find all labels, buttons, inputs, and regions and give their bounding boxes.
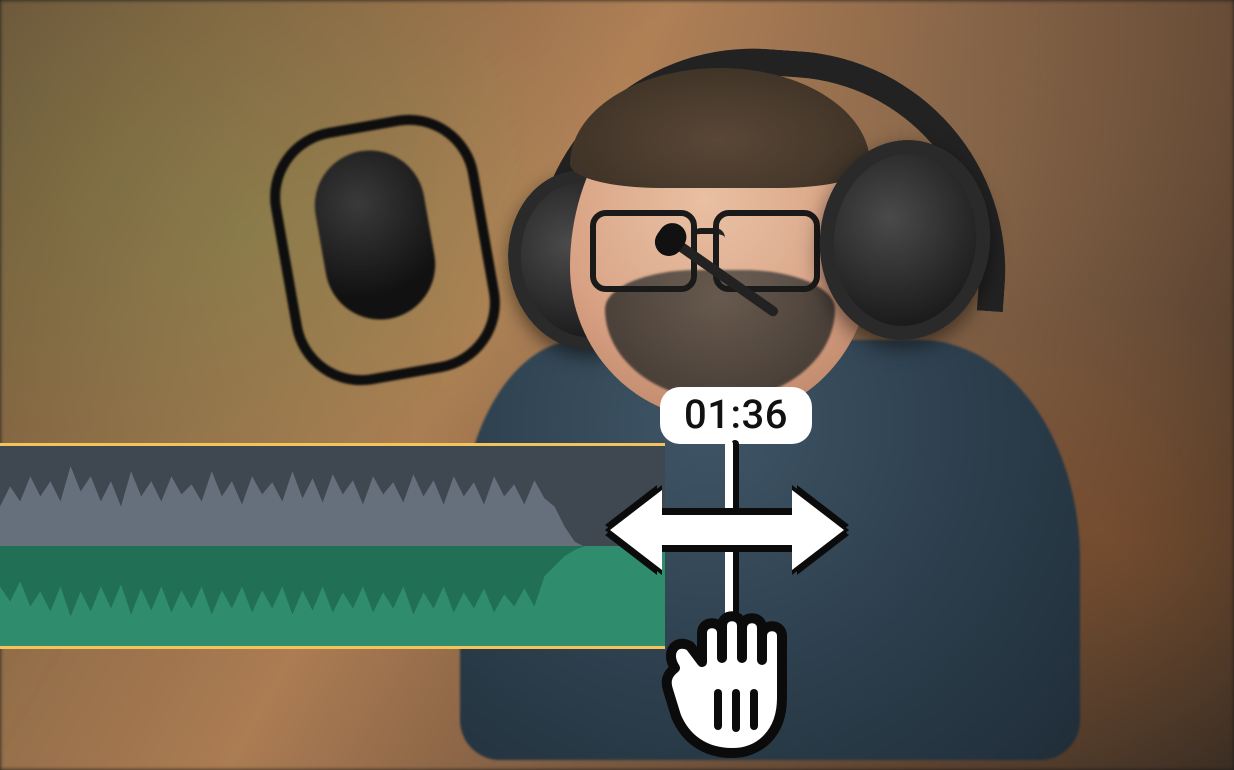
screenshot-stage: 01:36	[0, 0, 1234, 770]
audio-track[interactable]	[0, 443, 665, 649]
waveform-upper	[0, 446, 665, 546]
waveform-lower	[0, 546, 665, 646]
playhead-timestamp: 01:36	[660, 387, 812, 444]
grab-cursor-icon	[640, 598, 830, 768]
drag-horizontal-arrow-icon	[610, 490, 844, 570]
